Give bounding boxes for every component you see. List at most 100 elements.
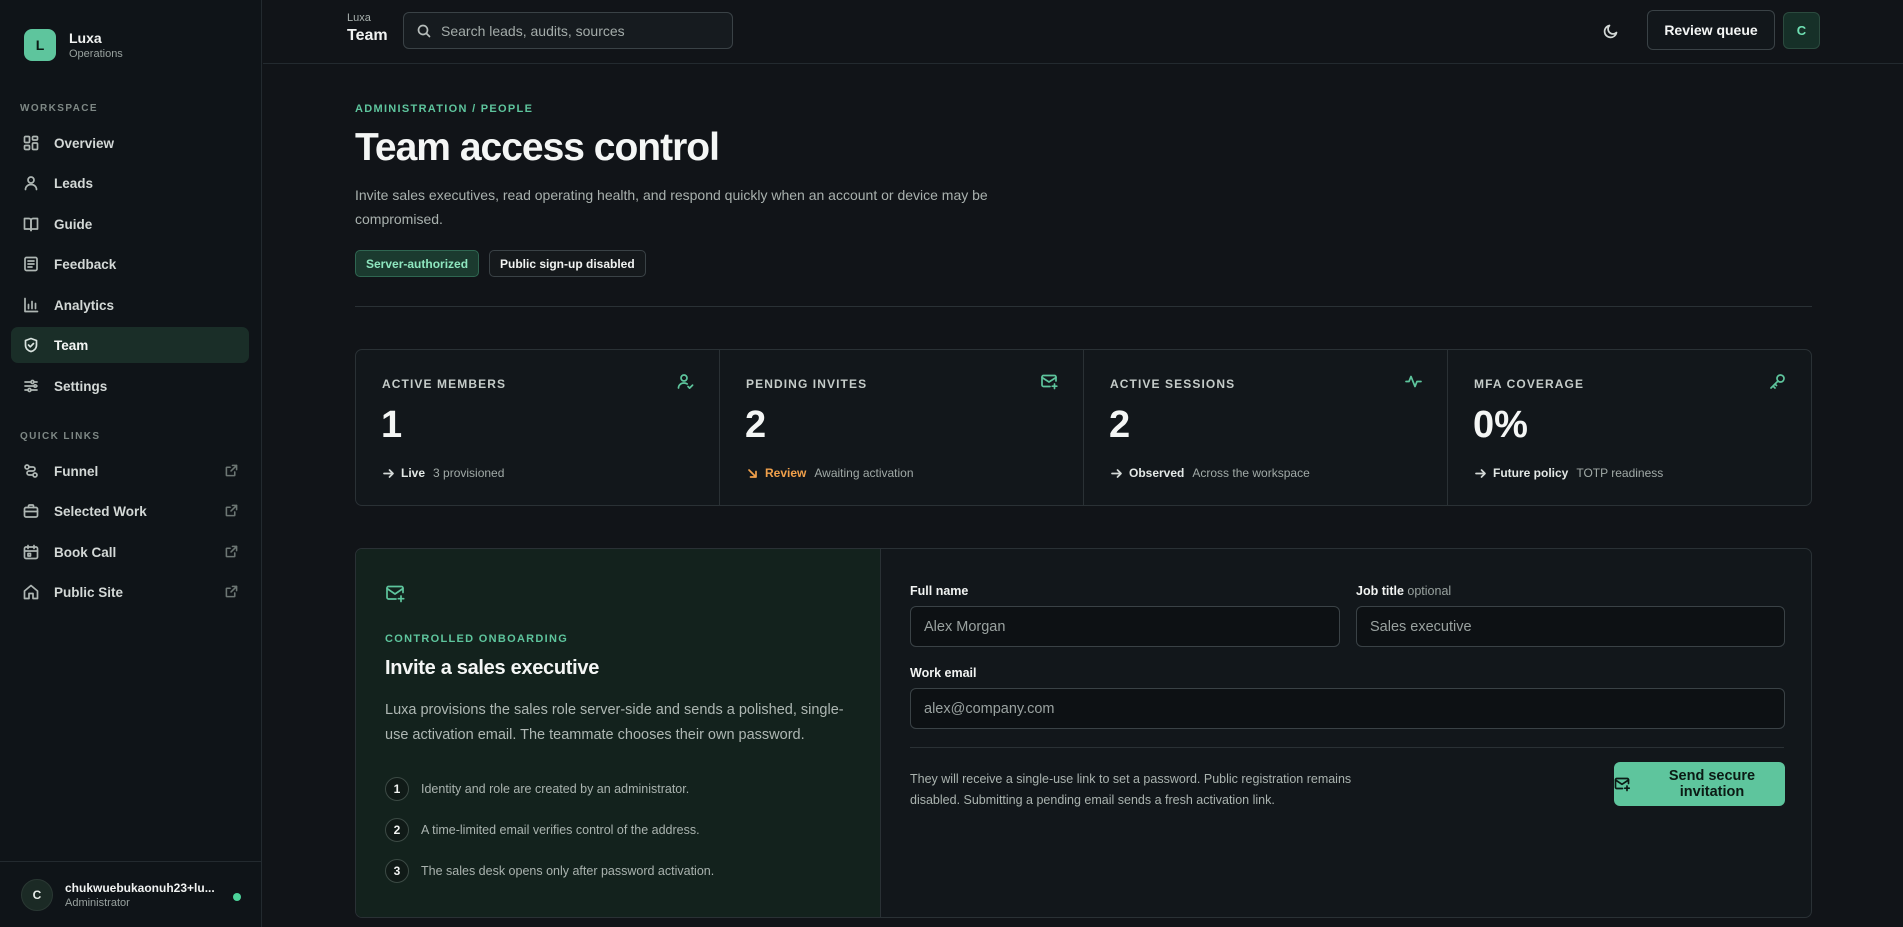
brand-name: Luxa	[69, 29, 102, 46]
sidebar-item-analytics[interactable]: Analytics	[11, 287, 249, 323]
full-name-field-wrap	[910, 606, 1340, 647]
sidebar-item-leads[interactable]: Leads	[11, 165, 249, 201]
stat-value: 1	[381, 404, 403, 446]
sidebar: L Luxa Operations WORKSPACE Overview Lea…	[0, 0, 262, 927]
search-input[interactable]	[441, 22, 721, 39]
settings-sliders-icon	[23, 378, 39, 394]
mail-plus-icon	[385, 583, 405, 603]
theme-toggle-moon-icon[interactable]	[1602, 22, 1620, 40]
stat-label: ACTIVE MEMBERS	[382, 377, 507, 391]
sidebar-item-label: Settings	[54, 378, 108, 394]
briefcase-icon	[23, 503, 39, 519]
search-icon	[417, 24, 431, 38]
sidebar-item-label: Leads	[54, 175, 94, 191]
top-bar: Luxa Team Review queue C	[263, 0, 1903, 64]
arrow-right-icon	[1110, 467, 1123, 480]
sidebar-item-feedback[interactable]: Feedback	[11, 246, 249, 282]
job-title-input[interactable]	[1370, 618, 1784, 635]
dashboard-icon	[23, 135, 39, 151]
stats-panel: ACTIVE MEMBERS 1 Live 3 provisioned PEND…	[355, 349, 1812, 506]
stat-pending-invites: PENDING INVITES 2 Review Awaiting activa…	[720, 350, 1084, 505]
feedback-icon	[23, 256, 39, 272]
user-name: chukwuebukaonuh23+lu...	[65, 880, 215, 895]
page-eyebrow: ADMINISTRATION / PEOPLE	[355, 103, 534, 115]
stat-note: Awaiting activation	[814, 466, 914, 480]
stat-label: MFA COVERAGE	[1474, 377, 1585, 391]
quick-link-selected-work[interactable]: Selected Work	[11, 493, 249, 529]
breadcrumb-app: Luxa	[347, 12, 371, 24]
stat-note: Across the workspace	[1192, 466, 1310, 480]
onboarding-step: 1 Identity and role are created by an ad…	[385, 777, 689, 801]
onboarding-step: 2 A time-limited email verifies control …	[385, 818, 700, 842]
workspace-section-label: WORKSPACE	[20, 103, 98, 114]
quick-link-public-site[interactable]: Public Site	[11, 574, 249, 610]
user-role: Administrator	[65, 896, 130, 909]
user-avatar: C	[21, 878, 53, 911]
sidebar-item-label: Overview	[54, 135, 115, 151]
full-name-label: Full name	[910, 584, 969, 598]
job-title-label: Job title optional	[1356, 584, 1451, 598]
page-description: Invite sales executives, read operating …	[355, 187, 988, 227]
bar-chart-icon	[23, 297, 39, 313]
sidebar-item-team[interactable]: Team	[11, 327, 249, 363]
sidebar-item-label: Feedback	[54, 256, 117, 272]
breadcrumb-page: Team	[347, 27, 388, 44]
book-icon	[23, 216, 39, 232]
stat-tag: Future policy	[1493, 466, 1569, 480]
quick-link-book-call[interactable]: Book Call	[11, 534, 249, 570]
search-box[interactable]	[403, 12, 733, 49]
status-badge-server-authorized: Server-authorized	[355, 250, 480, 277]
job-title-optional-text: optional	[1407, 584, 1452, 598]
sidebar-item-settings[interactable]: Settings	[11, 368, 249, 404]
onboarding-step: 3 The sales desk opens only after passwo…	[385, 859, 714, 883]
stat-active-members: ACTIVE MEMBERS 1 Live 3 provisioned	[356, 350, 720, 505]
shield-icon	[23, 337, 39, 353]
activity-icon	[1405, 373, 1422, 390]
step-text: Identity and role are created by an admi…	[421, 782, 690, 796]
brand-subtitle: Operations	[69, 47, 123, 60]
job-title-label-text: Job title	[1356, 584, 1404, 598]
work-email-input[interactable]	[924, 700, 1784, 717]
stat-value: 2	[745, 404, 767, 446]
invite-info-panel: CONTROLLED ONBOARDING Invite a sales exe…	[356, 549, 881, 917]
account-avatar-button[interactable]: C	[1783, 12, 1820, 49]
quick-link-label: Book Call	[54, 544, 117, 560]
stat-tag: Review	[765, 466, 807, 480]
page-title: Team access control	[355, 126, 720, 169]
full-name-input[interactable]	[924, 618, 1339, 635]
mail-plus-icon	[1041, 373, 1058, 390]
quick-link-label: Funnel	[54, 463, 99, 479]
status-badge-signup-disabled: Public sign-up disabled	[489, 250, 646, 277]
send-invitation-label: Send secure invitation	[1668, 768, 1756, 800]
invite-eyebrow: CONTROLLED ONBOARDING	[385, 633, 569, 645]
calendar-icon	[23, 544, 39, 560]
job-title-field-wrap	[1356, 606, 1785, 647]
stat-value: 2	[1109, 404, 1131, 446]
send-invitation-button[interactable]: Send secure invitation	[1614, 762, 1785, 806]
sidebar-item-label: Analytics	[54, 297, 115, 313]
stat-tag: Live	[401, 466, 426, 480]
review-queue-button[interactable]: Review queue	[1647, 10, 1775, 50]
step-text: A time-limited email verifies control of…	[421, 823, 700, 837]
stat-value: 0%	[1473, 404, 1528, 446]
sidebar-item-guide[interactable]: Guide	[11, 206, 249, 242]
quick-link-funnel[interactable]: Funnel	[11, 453, 249, 489]
sidebar-item-label: Guide	[54, 216, 93, 232]
step-number: 3	[385, 859, 409, 883]
sidebar-item-overview[interactable]: Overview	[11, 125, 249, 161]
arrow-right-icon	[1474, 467, 1487, 480]
stat-note: 3 provisioned	[433, 466, 505, 480]
work-email-label: Work email	[910, 666, 977, 680]
online-status-dot	[233, 893, 241, 901]
work-email-field-wrap	[910, 688, 1785, 729]
user-menu[interactable]: C chukwuebukaonuh23+lu... Administrator	[0, 861, 262, 927]
external-link-icon	[225, 504, 238, 517]
step-number: 1	[385, 777, 409, 801]
user-icon	[23, 175, 39, 191]
quick-links-section-label: QUICK LINKS	[20, 431, 101, 442]
arrow-down-right-icon	[746, 467, 759, 480]
quick-link-label: Selected Work	[54, 503, 147, 519]
brand[interactable]: L Luxa Operations	[24, 29, 123, 61]
form-divider	[910, 747, 1784, 748]
mail-plus-icon	[1614, 776, 1630, 792]
